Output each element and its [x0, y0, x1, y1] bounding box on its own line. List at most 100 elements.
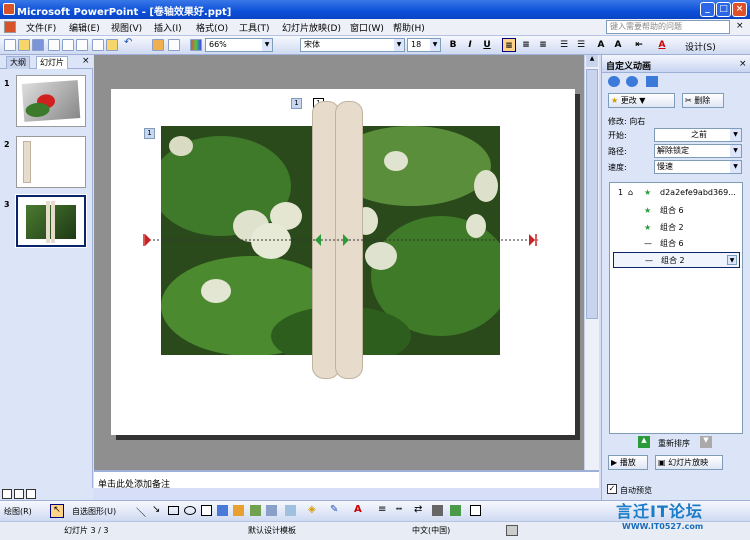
back-icon[interactable]: [608, 76, 620, 87]
play-button[interactable]: ▶ 播放: [608, 455, 648, 470]
change-effect-button[interactable]: ★ 更改 ▼: [608, 93, 675, 108]
normal-view-icon[interactable]: [2, 489, 12, 499]
slide-sorter-icon[interactable]: [14, 489, 24, 499]
slide-thumbnail-1[interactable]: [16, 75, 86, 127]
help-search-input[interactable]: 键入需要帮助的问题: [606, 20, 730, 34]
list-item[interactable]: ★ 组合 6: [610, 203, 742, 219]
undo-icon[interactable]: ↶: [124, 37, 136, 49]
clipart-icon[interactable]: [250, 505, 261, 516]
arrow-icon[interactable]: ↘: [152, 504, 160, 515]
dash-style-icon[interactable]: ┅: [396, 504, 402, 515]
speed-select[interactable]: 慢速 ▼: [654, 160, 742, 174]
list-item[interactable]: 1 ⌂ ★ d2a2efe9abd369...: [610, 185, 742, 201]
arrow-style-icon[interactable]: ⇄: [414, 504, 422, 515]
diagram-icon[interactable]: [233, 505, 244, 516]
maximize-button[interactable]: □: [716, 2, 731, 17]
scroll-thumb[interactable]: [586, 69, 598, 319]
numbering-icon[interactable]: ☰: [557, 38, 571, 52]
menu-format[interactable]: 格式(O): [196, 21, 228, 34]
cut-icon[interactable]: [92, 39, 104, 51]
font-color-icon[interactable]: A: [354, 504, 362, 515]
preview-icon[interactable]: [76, 39, 88, 51]
oval-icon[interactable]: [184, 506, 196, 515]
document-icon[interactable]: [4, 21, 16, 33]
align-left-icon[interactable]: ≡: [502, 38, 516, 52]
chevron-down-icon[interactable]: ▼: [727, 255, 737, 265]
new-icon[interactable]: [4, 39, 16, 51]
insert-picture-icon[interactable]: [285, 505, 296, 516]
slideshow-view-icon[interactable]: [26, 489, 36, 499]
home-icon[interactable]: [646, 76, 658, 87]
tab-slides[interactable]: 幻灯片: [36, 56, 68, 69]
3d-icon[interactable]: [450, 505, 461, 516]
tab-outline[interactable]: 大纲: [6, 56, 30, 69]
workspace-scrollbar[interactable]: ▲: [584, 55, 599, 470]
notes-pane[interactable]: 单击此处添加备注: [94, 470, 599, 490]
picture-icon[interactable]: [266, 505, 277, 516]
font-name-select[interactable]: 宋体 ▼: [300, 38, 405, 52]
zoom-select[interactable]: 66% ▼: [205, 38, 273, 52]
increase-font-icon[interactable]: A: [594, 38, 608, 52]
menu-file[interactable]: 文件(F): [26, 21, 56, 34]
open-icon[interactable]: [18, 39, 30, 51]
permission-icon[interactable]: [48, 39, 60, 51]
textbox-icon[interactable]: [201, 505, 212, 516]
rectangle-icon[interactable]: [168, 506, 179, 515]
underline-button[interactable]: U: [480, 38, 494, 52]
move-down-icon[interactable]: ▼: [700, 436, 712, 448]
shadow-icon[interactable]: [432, 505, 443, 516]
menu-view[interactable]: 视图(V): [111, 21, 142, 34]
paste-icon[interactable]: [106, 39, 118, 51]
animation-list[interactable]: 1 ⌂ ★ d2a2efe9abd369... ★ 组合 6 ★ 组合 2 — …: [609, 182, 743, 434]
font-size-select[interactable]: 18 ▼: [407, 38, 441, 52]
menu-slideshow[interactable]: 幻灯片放映(D): [282, 21, 341, 34]
menu-help[interactable]: 帮助(H): [393, 21, 425, 34]
save-icon[interactable]: [32, 39, 44, 51]
draw-menu-button[interactable]: 绘图(R): [4, 506, 32, 517]
forward-icon[interactable]: [626, 76, 638, 87]
slide-thumbnail-3[interactable]: [15, 194, 87, 248]
menu-window[interactable]: 窗口(W): [350, 21, 384, 34]
wordart-icon[interactable]: [217, 505, 228, 516]
decrease-indent-icon[interactable]: ⇤: [632, 38, 646, 52]
print-icon[interactable]: [62, 39, 74, 51]
autoshape-menu-button[interactable]: 自选图形(U): [72, 506, 116, 517]
toolbar-options-icon[interactable]: [470, 505, 481, 516]
insert-table-icon[interactable]: [168, 39, 180, 51]
list-item-selected[interactable]: — 组合 2 ▼: [613, 252, 740, 268]
color-grayscale-icon[interactable]: [190, 39, 202, 51]
autopreview-checkbox[interactable]: ✓: [607, 484, 617, 494]
design-button[interactable]: 设计(S): [685, 40, 716, 53]
slide-thumbnail-2[interactable]: [16, 136, 86, 188]
align-right-icon[interactable]: ≡: [536, 38, 550, 52]
select-pointer-icon[interactable]: ↖: [50, 504, 64, 518]
close-button[interactable]: ×: [732, 2, 747, 17]
line-style-icon[interactable]: ≡: [378, 504, 386, 515]
task-pane-close-icon[interactable]: ×: [739, 59, 747, 69]
insert-chart-icon[interactable]: [152, 39, 164, 51]
start-select[interactable]: 之前 ▼: [654, 128, 742, 142]
italic-button[interactable]: I: [463, 38, 477, 52]
line-color-icon[interactable]: ✎: [330, 504, 338, 515]
line-icon[interactable]: ＼: [136, 504, 146, 519]
list-item[interactable]: — 组合 6: [610, 236, 742, 252]
close-document-icon[interactable]: ×: [736, 21, 744, 31]
slide-canvas[interactable]: 1 1 1: [111, 89, 575, 435]
scroll-up-icon[interactable]: ▲: [586, 55, 598, 67]
bullets-icon[interactable]: ☰: [574, 38, 588, 52]
align-center-icon[interactable]: ≡: [519, 38, 533, 52]
menu-tools[interactable]: 工具(T): [239, 21, 270, 34]
powerpoint-app-icon[interactable]: [3, 3, 15, 15]
decrease-font-icon[interactable]: A: [611, 38, 625, 52]
slideshow-button[interactable]: ▣ 幻灯片放映: [655, 455, 723, 470]
list-item[interactable]: ★ 组合 2: [610, 220, 742, 236]
fill-color-icon[interactable]: ◈: [308, 504, 316, 515]
menu-edit[interactable]: 编辑(E): [69, 21, 100, 34]
font-color-icon[interactable]: A: [655, 38, 669, 52]
menu-insert[interactable]: 插入(I): [154, 21, 182, 34]
delete-effect-button[interactable]: ✂ 删除: [682, 93, 724, 108]
move-up-icon[interactable]: ▲: [638, 436, 650, 448]
bold-button[interactable]: B: [446, 38, 460, 52]
panel-close-icon[interactable]: ×: [82, 56, 90, 66]
minimize-button[interactable]: _: [700, 2, 715, 17]
